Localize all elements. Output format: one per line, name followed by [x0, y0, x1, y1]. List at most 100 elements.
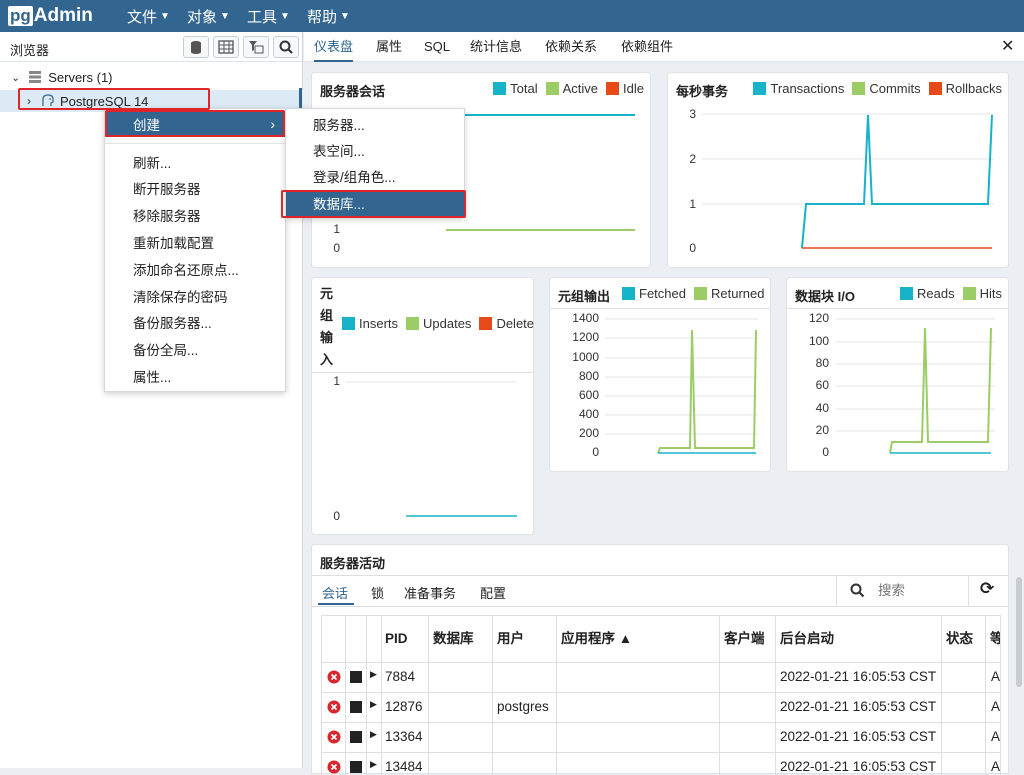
submenu-item-tablespace[interactable]: 表空间... — [286, 137, 464, 163]
browser-title: 浏览器 — [10, 43, 50, 58]
divider — [968, 575, 969, 606]
highlight-box — [105, 110, 285, 137]
cancel-query-icon[interactable] — [350, 671, 362, 683]
grid-lines — [605, 318, 758, 435]
menu-item-label: 清除保存的密码 — [133, 290, 228, 305]
menu-item-remove[interactable]: 移除服务器 — [105, 202, 285, 228]
menu-item-clear-password[interactable]: 清除保存的密码 — [105, 283, 285, 309]
close-icon[interactable]: ✕ — [1001, 32, 1014, 62]
menu-file[interactable]: 文件 ▼ — [127, 0, 170, 32]
menu-help[interactable]: 帮助 ▼ — [307, 0, 350, 32]
search-objects-button[interactable] — [273, 36, 299, 58]
expand-row-icon[interactable]: ▶ — [370, 729, 377, 740]
column-header-user[interactable]: 用户 — [497, 616, 524, 662]
menu-object[interactable]: 对象 ▼ — [187, 0, 230, 32]
block-io-panel: 数据块 I/O Reads Hits 120 100 80 60 40 20 0 — [786, 277, 1009, 472]
divider — [105, 143, 285, 144]
subtab-configuration[interactable]: 配置 — [480, 583, 506, 602]
menu-item-label: 刷新... — [133, 156, 172, 171]
tuples-out-panel: 元组输出 Fetched Returned 1400 1200 1000 800… — [549, 277, 771, 472]
highlight-box — [281, 190, 466, 218]
table-row[interactable]: ▶ 7884 2022-01-21 16:05:53 CST A — [322, 662, 1000, 692]
cell-backend-start: 2022-01-21 16:05:53 CST — [780, 699, 937, 714]
tab-statistics[interactable]: 统计信息 — [470, 32, 522, 62]
cancel-query-icon[interactable] — [350, 701, 362, 713]
tree-node-servers[interactable]: ⌄ Servers (1) — [0, 66, 303, 88]
search-input[interactable] — [878, 578, 964, 602]
tab-bar: 仪表盘 属性 SQL 统计信息 依赖关系 依赖组件 ✕ — [304, 32, 1024, 62]
menu-item-label: 移除服务器 — [133, 209, 201, 224]
column-header-database[interactable]: 数据库 — [433, 616, 474, 662]
cancel-query-icon[interactable] — [350, 761, 362, 773]
table-icon — [218, 40, 234, 54]
tps-chart — [702, 113, 994, 249]
menu-tools-label: 工具 — [247, 8, 278, 26]
expand-row-icon[interactable]: ▶ — [370, 759, 377, 770]
tab-properties[interactable]: 属性 — [376, 32, 402, 62]
column-header-pid[interactable]: PID — [385, 616, 408, 662]
menu-item-disconnect[interactable]: 断开服务器 — [105, 175, 285, 201]
expand-row-icon[interactable]: ▶ — [370, 699, 377, 710]
chevron-down-icon: ▼ — [220, 10, 230, 22]
menu-item-label: 备份服务器... — [133, 316, 212, 331]
grid-lines — [835, 318, 995, 432]
tab-dependencies[interactable]: 依赖关系 — [545, 32, 597, 62]
cell-pid: 7884 — [385, 669, 416, 684]
pgadmin-logo[interactable]: pg Admin — [8, 5, 93, 27]
cell-wait: A — [991, 729, 1001, 744]
chevron-down-icon: ▼ — [340, 10, 350, 22]
submenu-item-server[interactable]: 服务器... — [286, 111, 464, 137]
menu-item-backup-globals[interactable]: 备份全局... — [105, 336, 285, 362]
block-io-chart — [835, 318, 995, 454]
subtab-sessions[interactable]: 会话 — [322, 583, 348, 602]
table-row[interactable]: ▶ 12876 postgres 2022-01-21 16:05:53 CST… — [322, 692, 1000, 722]
column-header-client[interactable]: 客户端 — [724, 616, 765, 662]
menu-item-refresh[interactable]: 刷新... — [105, 149, 285, 175]
refresh-icon[interactable]: ⟳ — [980, 579, 994, 599]
view-data-button[interactable] — [213, 36, 239, 58]
column-header-wait[interactable]: 等 — [990, 616, 1000, 662]
table-row[interactable]: ▶ 13364 2022-01-21 16:05:53 CST A — [322, 722, 1001, 752]
terminate-icon[interactable] — [327, 670, 341, 684]
tab-dashboard[interactable]: 仪表盘 — [314, 32, 354, 62]
menu-item-reload-config[interactable]: 重新加载配置 — [105, 229, 285, 255]
expand-row-icon[interactable]: ▶ — [370, 669, 377, 680]
terminate-icon[interactable] — [327, 700, 341, 714]
cell-backend-start: 2022-01-21 16:05:53 CST — [780, 669, 937, 684]
menu-item-backup-server[interactable]: 备份服务器... — [105, 309, 285, 335]
menu-tools[interactable]: 工具 ▼ — [247, 0, 290, 32]
chevron-down-icon[interactable]: ⌄ — [11, 71, 20, 84]
submenu-item-login-role[interactable]: 登录/组角色... — [286, 163, 464, 189]
menu-item-properties[interactable]: 属性... — [105, 363, 285, 389]
chevron-down-icon: ▼ — [160, 10, 170, 22]
tab-dependents[interactable]: 依赖组件 — [621, 32, 673, 62]
query-tool-button[interactable] — [183, 36, 209, 58]
column-header-state[interactable]: 状态 — [946, 616, 973, 662]
menu-item-label: 添加命名还原点... — [133, 263, 239, 278]
menu-item-label: 属性... — [133, 370, 172, 385]
browser-header: 浏览器 — [0, 32, 302, 62]
cell-pid: 12876 — [385, 699, 423, 714]
logo-admin: Admin — [33, 5, 93, 26]
tab-sql[interactable]: SQL — [424, 32, 450, 62]
menu-item-label: 表空间... — [313, 144, 365, 159]
table-row[interactable]: ▶ 13484 2022-01-21 16:05:53 CST A — [322, 752, 1000, 775]
filter-rows-button[interactable] — [243, 36, 269, 58]
subtab-locks[interactable]: 锁 — [371, 583, 384, 602]
terminate-icon[interactable] — [327, 730, 341, 744]
divider — [312, 606, 1008, 607]
servers-label: Servers (1) — [48, 69, 113, 85]
menu-item-label: 登录/组角色... — [313, 170, 396, 185]
database-icon — [191, 41, 201, 54]
menu-item-add-restore-point[interactable]: 添加命名还原点... — [105, 256, 285, 282]
column-header-backend-start[interactable]: 后台启动 — [780, 616, 834, 662]
cancel-query-icon[interactable] — [350, 731, 362, 743]
subtab-prepared-transactions[interactable]: 准备事务 — [404, 583, 456, 602]
server-activity-panel: 服务器活动 会话 锁 准备事务 配置 ⟳ PID 数据库 用户 应用程序 ▲ 客… — [311, 544, 1009, 775]
menu-object-label: 对象 — [187, 8, 218, 26]
search-icon — [279, 40, 293, 54]
terminate-icon[interactable] — [327, 760, 341, 774]
column-header-application[interactable]: 应用程序 ▲ — [561, 616, 632, 662]
scrollbar[interactable] — [1016, 577, 1022, 687]
chevron-down-icon: ▼ — [280, 10, 290, 22]
